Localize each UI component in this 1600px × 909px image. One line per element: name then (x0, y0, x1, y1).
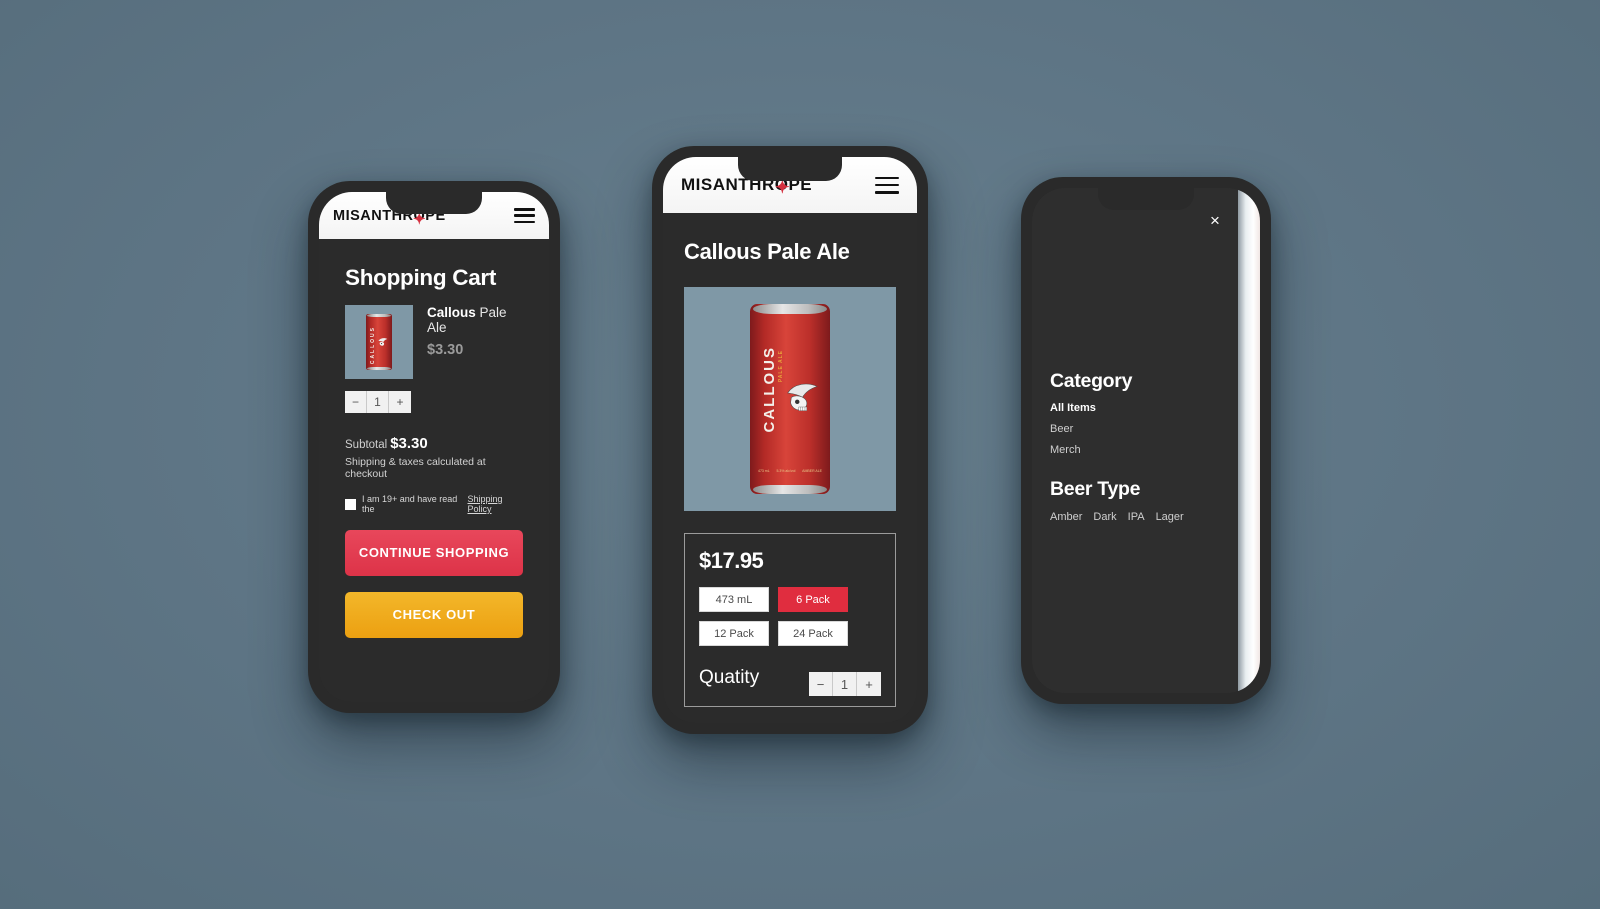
page-title: Shopping Cart (345, 265, 497, 290)
beer-type-options: Amber Dark IPA Lager (1050, 511, 1220, 523)
variant-option-24pack[interactable]: 24 Pack (778, 621, 848, 646)
quantity-value[interactable]: 1 (367, 391, 389, 413)
category-item-all-items[interactable]: All Items (1050, 402, 1220, 414)
hamburger-icon[interactable] (875, 176, 899, 194)
product-price: $17.95 (699, 548, 764, 573)
can-footer-info: 473 mL 5.3% alc/vol AMBER ALE (758, 469, 822, 473)
quantity-value[interactable]: 1 (833, 672, 857, 696)
cart-item-price: $3.30 (427, 342, 464, 358)
close-icon[interactable]: × (1206, 212, 1224, 230)
phone-product: MISANTHROPE ✦ Callous Pale Ale CALLOUS P… (652, 146, 928, 734)
cart-body: Shopping Cart CALLOUS Callous Pale Ale $… (319, 239, 549, 702)
product-quantity-row: Quatity − 1 + (699, 660, 881, 696)
cart-subtotal-value: $3.30 (390, 435, 428, 452)
skull-wing-icon (378, 337, 388, 346)
phone-product-screen: MISANTHROPE ✦ Callous Pale Ale CALLOUS P… (663, 157, 917, 723)
drawer-content: Category All Items Beer Merch Beer Type … (1050, 188, 1220, 523)
category-heading: Category (1050, 370, 1133, 392)
can-illustration: CALLOUS (366, 314, 392, 370)
age-agreement-checkbox[interactable] (345, 498, 356, 510)
age-agreement-text: I am 19+ and have read the (362, 494, 458, 514)
age-agreement-row[interactable]: I am 19+ and have read the Shipping Poli… (345, 494, 523, 514)
cart-subtotal-label: Subtotal (345, 439, 388, 451)
can-label-text: CALLOUS (369, 326, 376, 365)
beer-type-heading: Beer Type (1050, 478, 1141, 500)
quantity-decrease-button[interactable]: − (809, 672, 833, 696)
category-item-merch[interactable]: Merch (1050, 444, 1220, 456)
phone-cart-screen: MISANTHROPE ✦ Shopping Cart CALLOUS Call… (319, 192, 549, 702)
variant-options: 473 mL 6 Pack 12 Pack 24 Pack (699, 587, 881, 646)
product-body: Callous Pale Ale CALLOUS PALE ALE 473 mL… (663, 213, 917, 723)
cart-item-name: Callous Pale Ale (427, 305, 523, 335)
skull-wing-icon (786, 384, 818, 412)
cart-quantity-stepper[interactable]: − 1 + (345, 391, 411, 413)
phone-notch (1098, 188, 1194, 210)
category-item-beer[interactable]: Beer (1050, 423, 1220, 435)
cart-item-name-bold: Callous (427, 305, 476, 320)
menu-body: × Category All Items Beer Merch Beer Typ… (1032, 188, 1260, 693)
quantity-increase-button[interactable]: + (857, 672, 881, 696)
can-label-text: CALLOUS (761, 345, 779, 433)
beer-type-amber[interactable]: Amber (1050, 511, 1082, 523)
cart-item-details: Callous Pale Ale $3.30 (427, 305, 523, 379)
phone-notch (386, 192, 482, 214)
phone-menu-screen: × Category All Items Beer Merch Beer Typ… (1032, 188, 1260, 693)
beer-type-ipa[interactable]: IPA (1128, 511, 1145, 523)
shipping-note: Shipping & taxes calculated at checkout (345, 456, 486, 480)
variant-option-6pack[interactable]: 6 Pack (778, 587, 848, 612)
can-abv: 5.3% alc/vol (776, 469, 796, 474)
quantity-increase-button[interactable]: + (389, 391, 411, 413)
product-container: Callous Pale Ale CALLOUS PALE ALE 473 mL… (663, 213, 917, 707)
product-image[interactable]: CALLOUS PALE ALE 473 mL 5.3% alc/vol AMB… (684, 287, 896, 511)
quantity-decrease-button[interactable]: − (345, 391, 367, 413)
product-title: Callous Pale Ale (684, 239, 850, 264)
variant-option-12pack[interactable]: 12 Pack (699, 621, 769, 646)
variant-option-473ml[interactable]: 473 mL (699, 587, 769, 612)
cart-subtotal: Subtotal $3.30 (345, 435, 523, 452)
purchase-card: $17.95 473 mL 6 Pack 12 Pack 24 Pack Qua… (684, 533, 896, 707)
cart-item-thumbnail[interactable]: CALLOUS (345, 305, 413, 379)
cart-line-item: CALLOUS Callous Pale Ale $3.30 (345, 305, 523, 379)
shipping-policy-link[interactable]: Shipping Policy (468, 494, 524, 514)
phone-cart: MISANTHROPE ✦ Shopping Cart CALLOUS Call… (308, 181, 560, 713)
phone-menu: × Category All Items Beer Merch Beer Typ… (1021, 177, 1271, 704)
page-behind-drawer[interactable] (1238, 188, 1260, 693)
navigation-drawer: × Category All Items Beer Merch Beer Typ… (1032, 188, 1238, 693)
can-illustration: CALLOUS PALE ALE 473 mL 5.3% alc/vol AMB… (750, 304, 830, 494)
quantity-label: Quatity (699, 667, 760, 688)
cart-container: Shopping Cart CALLOUS Callous Pale Ale $… (319, 239, 549, 638)
continue-shopping-button[interactable]: CONTINUE SHOPPING (345, 530, 523, 576)
can-volume: 473 mL (758, 469, 770, 474)
product-quantity-stepper[interactable]: − 1 + (809, 672, 881, 696)
beer-type-dark[interactable]: Dark (1093, 511, 1116, 523)
phone-notch (738, 157, 842, 181)
beer-type-lager[interactable]: Lager (1156, 511, 1184, 523)
hamburger-icon[interactable] (514, 208, 535, 223)
can-origin: AMBER ALE (802, 469, 822, 474)
checkout-button[interactable]: CHECK OUT (345, 592, 523, 638)
